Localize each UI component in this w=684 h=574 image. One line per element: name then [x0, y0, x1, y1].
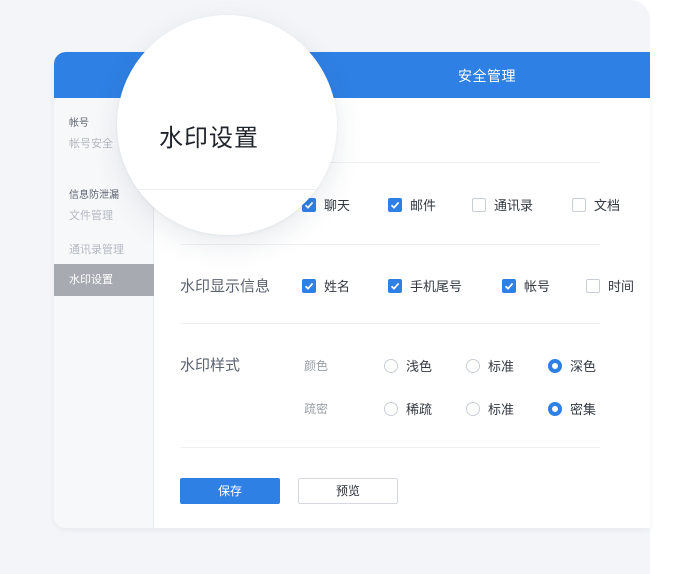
checkbox-label: 邮件	[410, 199, 437, 214]
page-title: 水印设置	[159, 124, 259, 152]
checkbox-phone-tail[interactable]: 手机尾号	[388, 276, 462, 295]
radio-density-sparse[interactable]: 稀疏	[384, 399, 432, 418]
checkmark-icon	[302, 278, 316, 293]
sidebar-group-info-leak: 信息防泄漏	[69, 190, 119, 201]
radio-color-dark[interactable]: 深色	[548, 356, 596, 375]
checkbox-label: 时间	[608, 280, 635, 295]
checkmark-icon	[388, 278, 402, 293]
zoom-magnifier: 水印设置	[117, 15, 337, 235]
save-button[interactable]: 保存	[180, 478, 280, 504]
checkbox-docs[interactable]: 文档	[572, 195, 620, 214]
radio-label: 密集	[570, 403, 597, 418]
section-divider	[180, 244, 600, 245]
radio-density-dense[interactable]: 密集	[548, 399, 596, 418]
radio-circle	[384, 358, 398, 373]
radio-label: 标准	[488, 360, 515, 375]
radio-circle	[466, 358, 480, 373]
radio-label: 深色	[570, 360, 597, 375]
checkbox-box	[472, 197, 486, 212]
preview-button[interactable]: 预览	[298, 478, 398, 504]
sidebar-item-contacts-management[interactable]: 通讯录管理	[54, 234, 154, 266]
section-divider	[180, 323, 600, 324]
radio-label: 标准	[488, 403, 515, 418]
checkbox-name[interactable]: 姓名	[302, 276, 350, 295]
window-title: 安全管理	[458, 69, 516, 85]
sidebar-item-file-management[interactable]: 文件管理	[54, 200, 154, 232]
radio-label: 稀疏	[406, 403, 433, 418]
radio-circle	[384, 401, 398, 416]
checkmark-icon	[388, 197, 402, 212]
checkbox-label: 姓名	[324, 280, 351, 295]
checkbox-label: 手机尾号	[410, 280, 463, 295]
radio-density-standard[interactable]: 标准	[466, 399, 514, 418]
radio-dot-icon	[548, 401, 562, 416]
checkmark-icon	[502, 278, 516, 293]
watermark-style-label: 水印样式	[180, 356, 241, 374]
checkbox-label: 文档	[594, 199, 621, 214]
checkbox-label: 通讯录	[494, 199, 534, 214]
sidebar-group-account: 帐号	[69, 118, 89, 129]
magnifier-divider	[117, 189, 337, 190]
color-label: 颜色	[304, 359, 329, 373]
checkbox-account[interactable]: 帐号	[502, 276, 550, 295]
checkbox-mail[interactable]: 邮件	[388, 195, 436, 214]
checkbox-label: 帐号	[524, 280, 551, 295]
radio-label: 浅色	[406, 360, 433, 375]
radio-color-light[interactable]: 浅色	[384, 356, 432, 375]
display-info-label: 水印显示信息	[180, 277, 271, 295]
checkbox-box	[572, 197, 586, 212]
radio-dot-icon	[548, 358, 562, 373]
stage: 安全管理 帐号 帐号安全 信息防泄漏 文件管理 通讯录管理 水印设置 聊天 邮件	[0, 0, 684, 574]
checkbox-label: 聊天	[324, 199, 351, 214]
radio-circle	[466, 401, 480, 416]
checkbox-contacts[interactable]: 通讯录	[472, 195, 533, 214]
sidebar-item-watermark-settings[interactable]: 水印设置	[54, 264, 154, 296]
checkbox-box	[586, 278, 600, 293]
checkbox-time[interactable]: 时间	[586, 276, 634, 295]
density-label: 疏密	[304, 402, 329, 416]
radio-color-standard[interactable]: 标准	[466, 356, 514, 375]
section-divider	[180, 447, 600, 448]
